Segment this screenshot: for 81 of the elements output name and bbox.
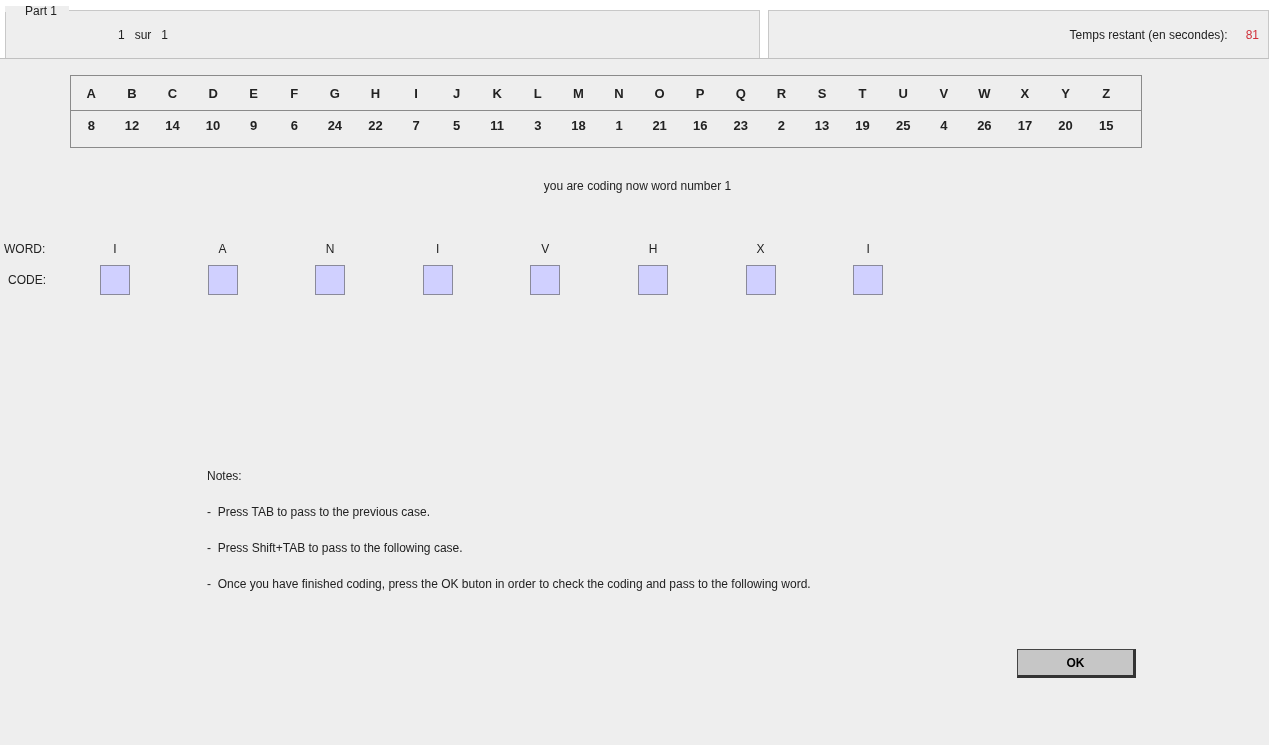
note-text: - Press TAB to pass to the previous case. (207, 505, 431, 519)
code-input[interactable] (207, 265, 238, 295)
letter-cell: O (654, 85, 665, 101)
code-input[interactable] (637, 265, 668, 295)
word-letter: H (647, 242, 659, 256)
status-text: you are coding now word number 1 (543, 179, 732, 193)
code-cell: 4 (940, 118, 948, 133)
code-cell: 12 (124, 118, 140, 133)
code-cell: 16 (692, 118, 708, 133)
letter-cell: U (898, 85, 908, 101)
letter-cell: N (614, 85, 624, 101)
word-letter: N (324, 242, 336, 256)
word-letter: A (217, 242, 228, 256)
code-input[interactable] (422, 265, 453, 295)
code-cell: 9 (250, 118, 258, 133)
code-input[interactable] (853, 265, 884, 295)
letter-cell: T (858, 85, 867, 101)
code-cell: 21 (652, 118, 667, 133)
code-cell: 13 (814, 118, 830, 133)
letter-cell: H (370, 85, 381, 101)
word-letter: X (755, 242, 766, 256)
ok-button[interactable]: OK (1017, 649, 1136, 678)
code-input[interactable] (745, 265, 776, 295)
code-cell: 24 (327, 118, 343, 133)
letter-cell: I (414, 85, 418, 101)
current-number: 1 (118, 27, 125, 42)
total-number: 1 (161, 27, 169, 42)
code-cell: 17 (1017, 118, 1033, 133)
code-label: CODE: (8, 273, 47, 287)
letter-cell: G (329, 85, 340, 101)
letter-cell: Z (1102, 85, 1111, 101)
code-cell: 1 (615, 118, 623, 133)
letter-cell: J (453, 85, 461, 101)
code-cell: 26 (977, 118, 992, 133)
note-text: - Press Shift+TAB to pass to the following case. (207, 541, 464, 555)
code-cell: 6 (290, 118, 298, 133)
letter-cell: C (167, 85, 178, 101)
code-cell: 22 (368, 118, 383, 133)
letter-cell: K (492, 85, 502, 101)
separator-text: sur (134, 27, 152, 42)
word-letter: I (865, 242, 871, 256)
word-label: WORD: (4, 242, 47, 256)
code-cell: 7 (412, 118, 420, 133)
code-cell: 25 (895, 118, 911, 133)
letter-cell: A (86, 85, 96, 101)
letter-cell: S (817, 85, 827, 101)
code-cell: 20 (1058, 118, 1073, 133)
notes-title: Notes: (207, 469, 243, 483)
code-cell: 14 (165, 118, 180, 133)
letter-cell: E (249, 85, 258, 101)
letter-cell: Y (1061, 85, 1070, 101)
timer-value: 81 (1245, 27, 1259, 42)
letter-cell: L (533, 85, 542, 101)
code-cell: 5 (453, 118, 461, 133)
code-cell: 23 (733, 118, 749, 133)
letter-cell: V (939, 85, 949, 101)
letter-cell: X (1020, 85, 1030, 101)
note-text: - Once you have finished coding, press the OK buton in order to check the coding and pass to the following word. (207, 577, 812, 591)
code-cell: 19 (855, 118, 870, 133)
code-cell: 11 (490, 118, 505, 133)
letter-cell: Q (735, 85, 746, 101)
letter-cell: M (573, 85, 584, 101)
letter-cell: B (127, 85, 137, 101)
timer-label: Temps restant (en secondes): (1069, 27, 1228, 42)
code-cell: 18 (571, 118, 586, 133)
code-cell: 2 (777, 118, 785, 133)
code-input[interactable] (315, 265, 346, 295)
letter-cell: W (978, 85, 991, 101)
word-letter: I (435, 242, 441, 256)
letter-cell: R (776, 85, 787, 101)
letter-cell: F (290, 85, 299, 101)
word-letter: I (112, 242, 118, 256)
code-input[interactable] (100, 265, 130, 295)
code-cell: 8 (87, 118, 95, 133)
code-input[interactable] (530, 265, 561, 295)
code-cell: 3 (534, 118, 542, 133)
code-cell: 15 (1098, 118, 1114, 133)
code-cell: 10 (205, 118, 221, 133)
letter-cell: D (208, 85, 218, 101)
word-letter: V (540, 242, 551, 256)
letter-cell: P (695, 85, 705, 101)
